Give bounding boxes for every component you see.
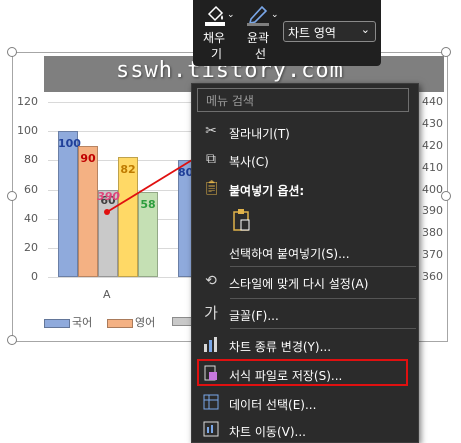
menu-item-label: 선택하여 붙여넣기(S)... bbox=[229, 247, 350, 261]
fill-button[interactable]: ⌄ 채우 기 bbox=[201, 2, 237, 62]
menu-search-input[interactable]: 메뉴 검색 bbox=[197, 88, 409, 112]
paint-bucket-icon bbox=[205, 5, 225, 26]
menu-item-paste-special[interactable]: 선택하여 붙여넣기(S)... bbox=[191, 240, 417, 264]
menu-item-cut[interactable]: ✂ 잘라내기(T) bbox=[191, 120, 417, 144]
scissors-icon: ✂ bbox=[205, 123, 217, 139]
outline-label-2: 선 bbox=[255, 47, 267, 61]
legend-item: 영어 bbox=[107, 314, 155, 330]
dropdown-chevron-icon: ⌄ bbox=[271, 10, 279, 20]
menu-item-label: 스타일에 맞게 다시 설정(A) bbox=[229, 277, 369, 291]
menu-item-move-chart[interactable]: 차트 이동(V)... bbox=[191, 418, 417, 442]
chart-element-value: 차트 영역 bbox=[288, 26, 336, 40]
highlight-box bbox=[197, 359, 408, 386]
menu-item-font[interactable]: 가 글꼴(F)... bbox=[191, 302, 417, 326]
line-segment bbox=[106, 159, 193, 213]
fill-label-2: 기 bbox=[211, 47, 223, 61]
menu-item-label: 글꼴(F)... bbox=[229, 309, 279, 323]
select-data-icon bbox=[203, 394, 219, 410]
paste-option-button[interactable] bbox=[191, 206, 417, 236]
font-icon: 가 bbox=[204, 304, 218, 322]
legend-swatch bbox=[44, 318, 70, 328]
menu-item-change-chart-type[interactable]: 차트 종류 변경(Y)... bbox=[191, 333, 417, 357]
pen-icon bbox=[247, 5, 269, 26]
paste-icon: 📋︎ bbox=[203, 180, 221, 196]
menu-item-label: 데이터 선택(E)... bbox=[229, 398, 317, 412]
legend-label: 영어 bbox=[135, 316, 156, 329]
fill-label-1: 채우 bbox=[203, 31, 226, 45]
menu-separator bbox=[230, 266, 416, 267]
legend-swatch bbox=[107, 318, 133, 328]
move-chart-icon bbox=[203, 421, 219, 437]
legend-item: 국어 bbox=[44, 314, 92, 330]
menu-item-label: 복사(C) bbox=[229, 155, 269, 169]
chart-type-icon bbox=[204, 337, 217, 352]
outline-button[interactable]: ⌄ 윤곽 선 bbox=[243, 2, 279, 62]
menu-separator bbox=[230, 328, 416, 329]
menu-item-label: 잘라내기(T) bbox=[229, 127, 290, 141]
line-point-label: 390 bbox=[97, 190, 120, 203]
dropdown-chevron-icon: ⌄ bbox=[227, 10, 235, 20]
menu-separator bbox=[230, 298, 416, 299]
paste-option-icon bbox=[233, 209, 250, 231]
menu-item-label: 차트 이동(V)... bbox=[229, 425, 306, 439]
chevron-down-icon: ⌄ bbox=[360, 23, 370, 36]
reset-style-icon: ⟲ bbox=[205, 273, 217, 289]
legend-label: 국어 bbox=[72, 316, 93, 329]
menu-item-reset-style[interactable]: ⟲ 스타일에 맞게 다시 설정(A) bbox=[191, 270, 417, 294]
menu-item-paste-options: 📋︎ 붙여넣기 옵션: bbox=[191, 177, 417, 201]
outline-label-1: 윤곽 bbox=[247, 31, 270, 45]
menu-item-select-data[interactable]: 데이터 선택(E)... bbox=[191, 391, 417, 415]
copy-icon: ⧉ bbox=[206, 151, 216, 167]
menu-item-label: 붙여넣기 옵션: bbox=[229, 184, 305, 198]
line-point bbox=[104, 209, 110, 215]
chart-element-select[interactable]: 차트 영역 ⌄ bbox=[283, 21, 376, 42]
menu-item-label: 차트 종류 변경(Y)... bbox=[229, 340, 332, 354]
menu-item-copy[interactable]: ⧉ 복사(C) bbox=[191, 148, 417, 172]
